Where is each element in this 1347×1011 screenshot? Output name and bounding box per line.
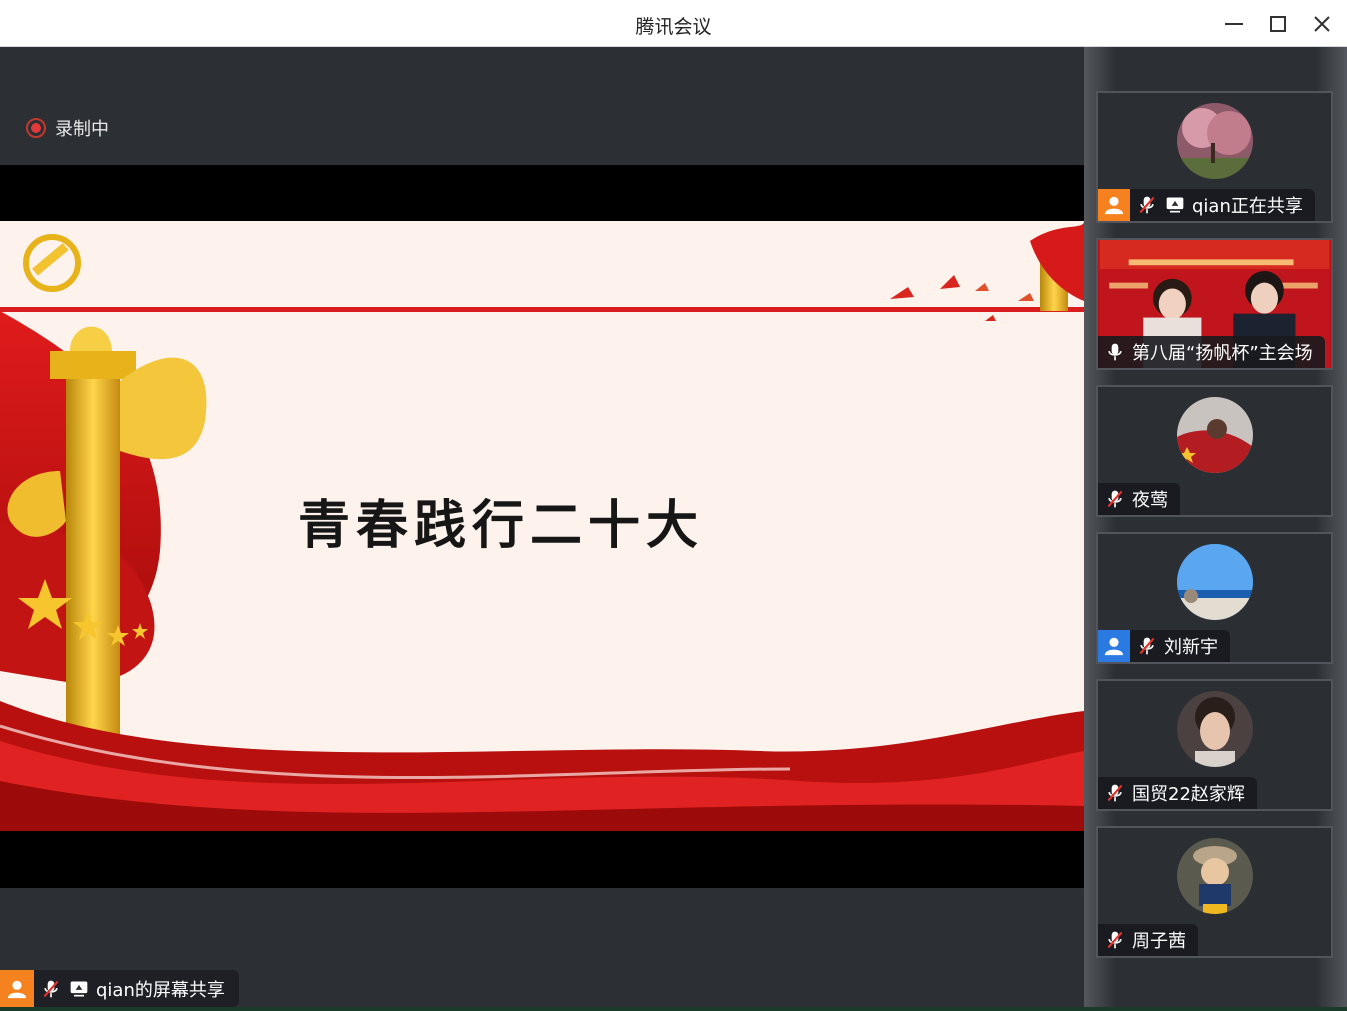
recording-indicator[interactable]: 录制中	[26, 116, 109, 140]
avatar	[1177, 103, 1253, 179]
avatar	[0, 970, 34, 1007]
mic-muted-icon	[40, 978, 62, 1000]
main-stage: 录制中 青春践行二十大	[0, 47, 1084, 1011]
participant-tile[interactable]: 国贸22赵家辉	[1096, 679, 1333, 811]
participant-tile[interactable]: 刘新宇	[1096, 532, 1333, 664]
participant-namebar: qian正在共享	[1098, 189, 1315, 221]
mic-muted-icon	[1136, 194, 1158, 216]
recording-label: 录制中	[55, 119, 109, 140]
screen-share-badge[interactable]: qian的屏幕共享	[0, 970, 239, 1007]
participant-tile[interactable]: qian正在共享	[1096, 91, 1333, 223]
participant-name: qian正在共享	[1192, 196, 1303, 217]
window-title: 腾讯会议	[635, 16, 712, 38]
user-icon	[1104, 196, 1124, 215]
participant-tile[interactable]: 夜莺	[1096, 385, 1333, 517]
record-icon	[26, 118, 46, 138]
participant-namebar: 夜莺	[1098, 483, 1180, 515]
participant-name: 夜莺	[1132, 490, 1168, 511]
close-icon[interactable]	[1309, 11, 1335, 37]
avatar	[1177, 691, 1253, 767]
maximize-icon[interactable]	[1265, 11, 1291, 37]
avatar	[1177, 838, 1253, 914]
participant-name: 刘新宇	[1164, 637, 1218, 658]
avatar	[1177, 544, 1253, 620]
presentation-slide: 青春践行二十大	[0, 221, 1084, 831]
screen-share-label: qian的屏幕共享	[96, 979, 225, 1001]
title-bar: 腾讯会议	[0, 0, 1347, 47]
screen-share-icon	[68, 978, 90, 1000]
avatar	[1177, 397, 1253, 473]
participant-namebar: 周子茜	[1098, 924, 1198, 956]
user-icon	[1104, 637, 1124, 656]
bottom-edge	[0, 1007, 1347, 1011]
participant-namebar: 刘新宇	[1098, 630, 1230, 662]
participant-namebar: 国贸22赵家辉	[1098, 777, 1257, 809]
mic-muted-icon	[1104, 929, 1126, 951]
mic-muted-icon	[1104, 488, 1126, 510]
mic-muted-icon	[1104, 782, 1126, 804]
slide-title: 青春践行二十大	[298, 495, 705, 556]
screen-share-view: 青春践行二十大	[0, 165, 1084, 888]
participant-name: 国贸22赵家辉	[1132, 784, 1245, 805]
avatar-chip	[1098, 189, 1130, 221]
participant-name: 周子茜	[1132, 931, 1186, 952]
mic-muted-icon	[1136, 635, 1158, 657]
participant-tile[interactable]: 第八届“扬帆杯”主会场	[1096, 238, 1333, 370]
minimize-icon[interactable]	[1221, 11, 1247, 37]
avatar-chip	[1098, 630, 1130, 662]
participant-sidebar: qian正在共享 第八届“扬帆杯”主会场 夜莺 刘新宇 国贸22赵家辉 周子茜	[1084, 47, 1347, 1011]
participant-tile[interactable]: 周子茜	[1096, 826, 1333, 958]
user-icon	[7, 980, 27, 998]
mic-icon	[1104, 341, 1126, 363]
participant-name: 第八届“扬帆杯”主会场	[1132, 343, 1313, 364]
screen-share-icon	[1164, 194, 1186, 216]
participant-namebar: 第八届“扬帆杯”主会场	[1098, 336, 1325, 368]
